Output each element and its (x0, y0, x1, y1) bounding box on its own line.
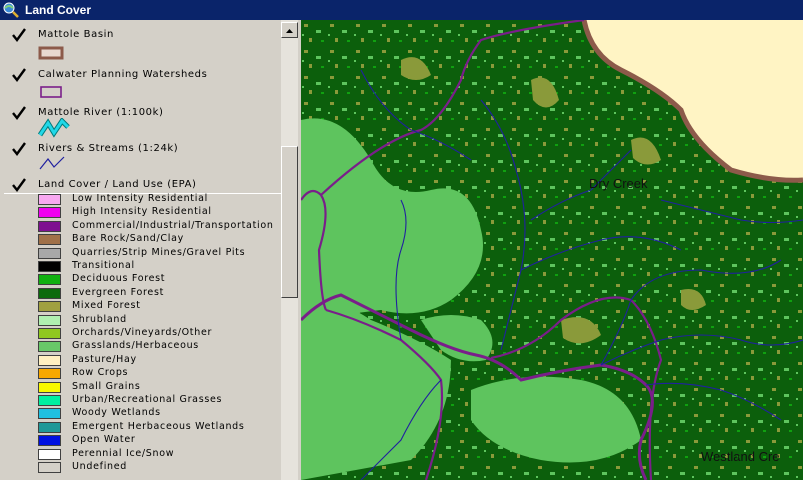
land-cover-class-label: Deciduous Forest (72, 273, 166, 285)
land-cover-class-label: Mixed Forest (72, 300, 141, 312)
land-cover-map (301, 20, 803, 480)
color-swatch (38, 328, 61, 339)
color-swatch (38, 341, 61, 353)
color-swatch (38, 194, 61, 205)
land-cover-class-label: Shrubland (72, 313, 127, 325)
color-swatch (38, 408, 61, 420)
land-cover-class-label: Perennial Ice/Snow (72, 447, 175, 459)
land-cover-class-item: Pasture/Hay (38, 353, 278, 368)
land-cover-class-item: Transitional (38, 260, 278, 274)
land-cover-class-item: High Intensity Residential (38, 206, 278, 220)
land-cover-class-label: Emergent Herbaceous Wetlands (72, 420, 245, 432)
basin-outline-icon (38, 46, 64, 60)
land-cover-class-item: Mixed Forest (38, 300, 278, 314)
land-cover-class-item: Orchards/Vineyards/Other (38, 327, 278, 341)
land-cover-class-label: Open Water (72, 434, 136, 446)
land-cover-class-item: Shrubland (38, 313, 278, 328)
land-cover-class-label: Evergreen Forest (72, 286, 165, 298)
land-cover-class-label: Small Grains (72, 380, 141, 392)
land-cover-class-label: Woody Wetlands (72, 407, 161, 419)
land-cover-class-label: Pasture/Hay (72, 353, 137, 365)
color-swatch (38, 220, 61, 232)
layer-name: Rivers & Streams (1:24k) (38, 143, 179, 154)
legend-scrollbar[interactable] (281, 20, 298, 480)
checkmark-icon[interactable] (12, 68, 26, 82)
map-view[interactable]: Dry Creek Westland Cre (301, 20, 803, 480)
color-swatch (38, 234, 61, 246)
land-cover-class-item: Quarries/Strip Mines/Gravel Pits (38, 246, 278, 261)
land-cover-class-label: Row Crops (72, 367, 129, 379)
land-cover-class-item: Low Intensity Residential (38, 193, 278, 207)
color-swatch (38, 395, 61, 406)
land-cover-class-item: Woody Wetlands (38, 407, 278, 421)
checkmark-icon[interactable] (12, 28, 26, 42)
land-cover-class-label: High Intensity Residential (72, 206, 212, 218)
land-cover-class-label: Transitional (72, 260, 135, 271)
land-cover-class-item: Deciduous Forest (38, 273, 278, 287)
color-swatch (38, 247, 61, 259)
layer-name: Mattole Basin (38, 29, 114, 40)
color-swatch (38, 207, 61, 219)
color-swatch (38, 287, 61, 299)
land-cover-class-label: Quarries/Strip Mines/Gravel Pits (72, 246, 246, 258)
color-swatch (38, 274, 61, 286)
land-cover-class-item: Evergreen Forest (38, 286, 278, 301)
map-label-dry-creek: Dry Creek (589, 176, 648, 191)
map-label-westland-creek: Westland Cre (701, 449, 780, 464)
land-cover-class-item: Undefined (38, 461, 278, 475)
color-swatch (38, 301, 61, 313)
land-cover-class-label: Undefined (72, 461, 128, 472)
checkmark-icon[interactable] (12, 106, 26, 120)
watershed-outline-icon (40, 86, 62, 98)
color-swatch (38, 354, 61, 366)
land-cover-class-item: Row Crops (38, 367, 278, 381)
window-title: Land Cover (25, 3, 92, 17)
layer-name: Calwater Planning Watersheds (38, 69, 208, 80)
color-swatch (38, 421, 61, 433)
land-cover-class-item: Urban/Recreational Grasses (38, 394, 278, 408)
land-cover-class-label: Commercial/Industrial/Transportation (72, 219, 274, 231)
scroll-thumb[interactable] (281, 146, 298, 298)
color-swatch (38, 435, 61, 447)
scroll-up-button[interactable] (281, 22, 298, 38)
triangle-up-icon (286, 29, 293, 33)
land-cover-class-item: Open Water (38, 434, 278, 448)
land-cover-class-item: Commercial/Industrial/Transportation (38, 219, 278, 234)
land-cover-class-item: Grasslands/Herbaceous (38, 340, 278, 354)
river-line-icon (38, 118, 70, 138)
color-swatch (38, 448, 61, 460)
layer-name: Mattole River (1:100k) (38, 107, 164, 118)
checkmark-icon[interactable] (12, 178, 26, 192)
layer-name: Land Cover / Land Use (EPA) (38, 179, 197, 190)
legend-panel: Mattole Basin Calwater Planning Watershe… (4, 20, 282, 480)
land-cover-class-label: Grasslands/Herbaceous (72, 340, 199, 352)
color-swatch (38, 261, 61, 272)
color-swatch (38, 314, 61, 326)
land-cover-class-item: Bare Rock/Sand/Clay (38, 233, 278, 247)
color-swatch (38, 462, 61, 473)
color-swatch (38, 368, 61, 380)
color-swatch (38, 381, 61, 393)
land-cover-class-item: Emergent Herbaceous Wetlands (38, 420, 278, 435)
land-cover-class-item: Perennial Ice/Snow (38, 447, 278, 462)
land-cover-class-item: Small Grains (38, 380, 278, 395)
globe-magnifier-icon (3, 2, 19, 18)
title-bar: Land Cover (0, 0, 803, 20)
land-cover-class-label: Orchards/Vineyards/Other (72, 327, 213, 338)
land-cover-class-label: Low Intensity Residential (72, 193, 208, 204)
checkmark-icon[interactable] (12, 142, 26, 156)
land-cover-class-label: Bare Rock/Sand/Clay (72, 233, 184, 245)
stream-line-icon (39, 156, 65, 170)
land-cover-class-label: Urban/Recreational Grasses (72, 394, 223, 405)
